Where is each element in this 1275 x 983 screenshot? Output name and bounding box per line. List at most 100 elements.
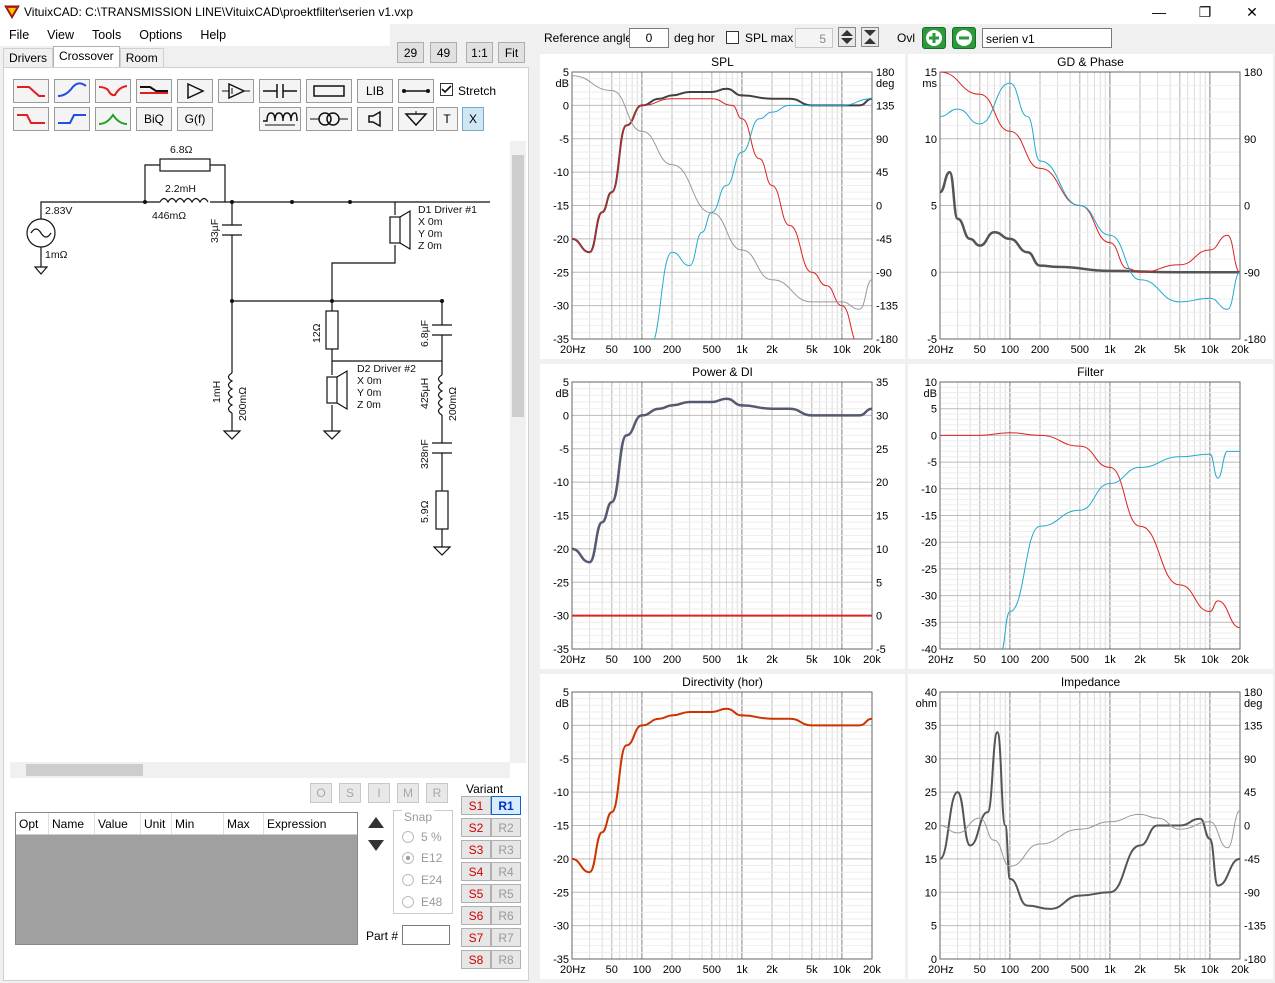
variant-r6-button[interactable]: R6 [491, 906, 521, 925]
variant-r3-button[interactable]: R3 [491, 840, 521, 859]
close-button[interactable]: ✕ [1229, 0, 1275, 24]
impedance-chart-panel[interactable]: Impedance 40 35 30 25 20 15 10 5 0 ohm 180 135 90 45 0-… [908, 674, 1273, 979]
variant-s5-button[interactable]: S5 [461, 884, 491, 903]
wire-tool[interactable] [398, 79, 434, 103]
col-name[interactable]: Name [49, 813, 95, 834]
snap-5pct-radio[interactable]: 5 % [402, 830, 442, 844]
variant-r8-button[interactable]: R8 [491, 950, 521, 969]
bandpass-green-icon [98, 113, 128, 125]
driver-tool[interactable] [357, 107, 393, 131]
reference-angle-label: Reference angle [544, 31, 633, 45]
resistor-tool[interactable] [306, 79, 352, 103]
delete-tool[interactable]: X [462, 107, 484, 131]
variant-s4-button[interactable]: S4 [461, 862, 491, 881]
opt-i-button[interactable]: I [368, 783, 390, 803]
maximize-button[interactable]: ❐ [1182, 0, 1228, 24]
schematic-vertical-scrollbar[interactable] [510, 141, 526, 763]
shelf-icon [140, 86, 168, 94]
menu-view[interactable]: View [38, 28, 83, 42]
directivity-chart-panel[interactable]: Directivity (hor) 5 0 -5 -10 -15 -20 -25 -30 -35 d… [540, 674, 905, 979]
col-max[interactable]: Max [224, 813, 264, 834]
view-29-button[interactable]: 29 [397, 42, 424, 63]
y2-tick-label: 35 [876, 377, 888, 389]
parameter-grid[interactable]: Opt Name Value Unit Min Max Expression [15, 812, 358, 945]
reference-angle-input[interactable]: 0 [629, 28, 669, 48]
buffer-tool[interactable] [177, 79, 213, 103]
transfer-function-tool[interactable]: G(f) [177, 107, 213, 131]
spl-max-spinner[interactable] [838, 27, 856, 47]
summing-amp-tool[interactable] [218, 79, 254, 103]
notch-tool[interactable] [95, 79, 131, 103]
move-down-button[interactable] [365, 836, 387, 856]
col-value[interactable]: Value [95, 813, 141, 834]
y-tick-label: -25 [553, 887, 569, 899]
move-up-button[interactable] [365, 812, 387, 832]
part-number-input[interactable] [402, 925, 450, 945]
spl-max-range-button[interactable] [861, 27, 879, 47]
col-expression[interactable]: Expression [264, 813, 356, 834]
shelf-tool[interactable] [136, 79, 172, 103]
view-49-button[interactable]: 49 [430, 42, 457, 63]
menu-file[interactable]: File [0, 28, 38, 42]
variant-r2-button[interactable]: R2 [491, 818, 521, 837]
snap-e24-radio[interactable]: E24 [402, 873, 442, 887]
vscroll-thumb[interactable] [512, 155, 524, 417]
stretch-checkbox[interactable] [440, 83, 453, 96]
biquad-tool[interactable]: BiQ [136, 107, 172, 131]
col-unit[interactable]: Unit [141, 813, 172, 834]
text-tool[interactable]: T [436, 107, 458, 131]
highpass-1-tool[interactable] [54, 79, 90, 103]
tab-crossover[interactable]: Crossover [53, 46, 120, 68]
tab-room[interactable]: Room [119, 48, 164, 68]
highpass-2-tool[interactable] [54, 107, 90, 131]
spl-max-checkbox[interactable] [726, 31, 739, 44]
col-min[interactable]: Min [172, 813, 224, 834]
capacitor-tool[interactable] [259, 79, 301, 103]
view-1to1-button[interactable]: 1:1 [466, 42, 493, 63]
variant-s1-button[interactable]: S1 [461, 796, 491, 815]
view-fit-button[interactable]: Fit [498, 42, 525, 63]
opt-m-button[interactable]: M [397, 783, 419, 803]
menu-help[interactable]: Help [191, 28, 235, 42]
variant-s7-button[interactable]: S7 [461, 928, 491, 947]
tab-drivers[interactable]: Drivers [3, 48, 53, 68]
filter-chart-panel[interactable]: Filter 10 5 0 -5 -10 -15 -20 -25 -30 -35 -40 dB 20Hz 5… [908, 364, 1273, 669]
impedance-chart: Impedance4035302520151050ohm18013590450-… [916, 675, 1266, 976]
filter-gridlines [939, 381, 1241, 650]
inductor-tool[interactable] [259, 107, 301, 131]
variant-r7-button[interactable]: R7 [491, 928, 521, 947]
library-tool[interactable]: LIB [357, 79, 393, 103]
variant-r1-button[interactable]: R1 [491, 796, 521, 815]
col-opt[interactable]: Opt [16, 813, 49, 834]
add-overlay-button[interactable] [922, 27, 946, 49]
opt-r-button[interactable]: R [426, 783, 448, 803]
schematic-canvas[interactable]: 2.83V 1mΩ 6.8Ω 2.2mH 446mΩ 33µF D1 Drive… [10, 143, 510, 760]
gd-phase-chart-panel[interactable]: GD & Phase 15 10 5 0 -5 ms 180 90 0 -90 -180 20Hz 50 1… [908, 54, 1273, 359]
x-tick-label: 100 [1001, 654, 1019, 666]
variant-s8-button[interactable]: S8 [461, 950, 491, 969]
variant-s2-button[interactable]: S2 [461, 818, 491, 837]
lowpass-1-tool[interactable] [13, 79, 49, 103]
variant-s6-button[interactable]: S6 [461, 906, 491, 925]
variant-r4-button[interactable]: R4 [491, 862, 521, 881]
ground-tool[interactable] [398, 107, 434, 131]
transformer-tool[interactable] [306, 107, 352, 131]
schematic-horizontal-scrollbar[interactable] [10, 762, 510, 778]
variant-s3-button[interactable]: S3 [461, 840, 491, 859]
minimize-button[interactable]: — [1136, 0, 1182, 24]
menu-tools[interactable]: Tools [83, 28, 130, 42]
opt-s-button[interactable]: S [339, 783, 361, 803]
snap-e48-radio[interactable]: E48 [402, 895, 442, 909]
remove-overlay-button[interactable] [952, 27, 976, 49]
overlay-name-input[interactable]: serien v1 [982, 28, 1112, 48]
hscroll-thumb[interactable] [26, 764, 143, 776]
spl-chart-panel[interactable]: SPL 5 0 -5 -10 -15 -20 -25 -30 -35 dB 180 135 90 45 0 -4… [540, 54, 905, 359]
opt-o-button[interactable]: O [310, 783, 332, 803]
bandpass-tool[interactable] [95, 107, 131, 131]
power-di-chart-panel[interactable]: Power & DI 5 0 -5 -10 -15 -20 -25 -30 -35 dB 35 30 25… [540, 364, 905, 669]
spl-max-input[interactable]: 5 [795, 28, 833, 48]
lowpass-2-tool[interactable] [13, 107, 49, 131]
variant-r5-button[interactable]: R5 [491, 884, 521, 903]
menu-options[interactable]: Options [130, 28, 191, 42]
snap-e12-radio[interactable]: E12 [402, 851, 442, 865]
